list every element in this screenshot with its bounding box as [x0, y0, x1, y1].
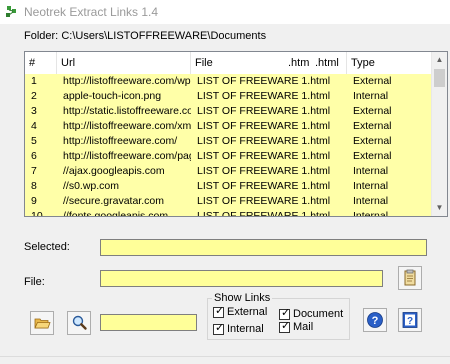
cell-url: http://listoffreeware.com/ — [63, 135, 178, 147]
check-icon: ✓ — [215, 305, 225, 317]
cell-file: LIST OF FREEWARE 1.html — [197, 195, 331, 207]
mail-label: Mail — [293, 321, 314, 333]
cell-url: //ajax.googleapis.com — [63, 165, 165, 177]
cell-number: 5 — [31, 135, 37, 147]
cell-url: apple-touch-icon.png — [63, 90, 162, 102]
cell-file: LIST OF FREEWARE 1.html — [197, 165, 331, 177]
cell-file: LIST OF FREEWARE 1.html — [197, 75, 331, 87]
table-row[interactable]: 5 http://listoffreeware.com/LIST OF FREEW… — [25, 134, 433, 149]
table-row[interactable]: 7 //ajax.googleapis.com LIST OF FREEWARE 1… — [25, 164, 433, 179]
scroll-down-icon[interactable]: ▼ — [432, 200, 447, 216]
show-links-title: Show Links — [212, 292, 273, 304]
folder-open-icon — [34, 318, 51, 329]
cell-number: 2 — [31, 90, 37, 102]
scroll-up-icon[interactable]: ▲ — [432, 52, 447, 68]
cell-type: Internal — [353, 180, 389, 192]
file-field[interactable] — [100, 270, 383, 287]
cell-type: Internal — [353, 210, 389, 217]
window-title: Neotrek Extract Links 1.4 — [24, 5, 159, 19]
svg-text:?: ? — [372, 315, 379, 327]
folder-row: Folder: C:\Users\LISTOFFREEWARE\Document… — [24, 30, 266, 42]
cell-number: 10 — [31, 210, 43, 217]
check-icon: ✓ — [215, 322, 225, 334]
cell-url: //fonts.googleapis.com — [63, 210, 169, 217]
check-icon: ✓ — [281, 320, 291, 332]
column-header-htm[interactable]: .htm — [284, 52, 311, 74]
table-row[interactable]: 10 //fonts.googleapis.com LIST OF FREEWARE… — [25, 209, 433, 217]
cell-type: External — [353, 75, 392, 87]
cell-file: LIST OF FREEWARE 1.html — [197, 105, 331, 117]
column-header-html[interactable]: .html — [311, 52, 347, 74]
table-row[interactable]: 2 apple-touch-icon.png LIST OF FREEWARE 1.… — [25, 89, 433, 104]
table-row[interactable]: 1 http://listoffreeware.com/wp-c LIST OF F… — [25, 74, 433, 89]
search-field[interactable] — [100, 314, 197, 331]
vertical-scrollbar[interactable]: ▲ ▼ — [431, 52, 447, 216]
cell-file: LIST OF FREEWARE 1.html — [197, 90, 331, 102]
search-button[interactable] — [67, 311, 91, 335]
list-header: # Url File .htm .html Type — [25, 52, 433, 74]
cell-number: 1 — [31, 75, 37, 87]
cell-number: 3 — [31, 105, 37, 117]
table-row[interactable]: 3 http://static.listoffreeware.com LIST OF… — [25, 104, 433, 119]
help-circle-icon: ? — [367, 312, 383, 328]
cell-number: 8 — [31, 180, 37, 192]
cell-type: Internal — [353, 165, 389, 177]
external-label: External — [227, 306, 268, 318]
cell-url: http://listoffreeware.com/xmlrp — [63, 120, 191, 132]
cell-url: //secure.gravatar.com — [63, 195, 164, 207]
help-button[interactable]: ? — [363, 308, 387, 332]
table-row[interactable]: 9 //secure.gravatar.com LIST OF FREEWARE 1… — [25, 194, 433, 209]
app-icon — [6, 6, 16, 17]
selected-field[interactable] — [100, 239, 427, 256]
selected-label: Selected: — [24, 241, 70, 253]
cell-url: //s0.wp.com — [63, 180, 120, 192]
help-square-icon: ? — [402, 312, 418, 328]
cell-type: Internal — [353, 195, 389, 207]
divider — [0, 356, 450, 357]
file-label: File: — [24, 276, 45, 288]
title-bar: Neotrek Extract Links 1.4 — [0, 0, 450, 24]
cell-type: External — [353, 120, 392, 132]
cell-file: LIST OF FREEWARE 1.html — [197, 135, 331, 147]
column-header-file[interactable]: File — [191, 52, 284, 74]
cell-number: 9 — [31, 195, 37, 207]
cell-url: http://static.listoffreeware.com — [63, 105, 191, 117]
open-folder-button[interactable] — [30, 311, 54, 335]
table-row[interactable]: 8 //s0.wp.com LIST OF FREEWARE 1.html Inter… — [25, 179, 433, 194]
svg-text:?: ? — [407, 316, 413, 327]
about-button[interactable]: ? — [398, 308, 422, 332]
cell-type: External — [353, 105, 392, 117]
copy-button[interactable] — [398, 266, 422, 290]
cell-type: External — [353, 135, 392, 147]
cell-url: http://listoffreeware.com/page — [63, 150, 191, 162]
table-row[interactable]: 4 http://listoffreeware.com/xmlrp LIST OF … — [25, 119, 433, 134]
check-icon: ✓ — [281, 307, 291, 319]
folder-path: C:\Users\LISTOFFREEWARE\Documents — [61, 30, 267, 42]
document-label: Document — [293, 308, 344, 320]
cell-file: LIST OF FREEWARE 1.html — [197, 210, 331, 217]
column-header-number[interactable]: # — [25, 52, 57, 74]
scroll-thumb[interactable] — [434, 69, 445, 87]
column-header-type[interactable]: Type — [347, 52, 433, 74]
table-row[interactable]: 6 http://listoffreeware.com/page LIST OF F… — [25, 149, 433, 164]
magnifier-icon — [72, 315, 87, 330]
cell-number: 7 — [31, 165, 37, 177]
column-header-url[interactable]: Url — [57, 52, 191, 74]
clipboard-icon — [404, 269, 416, 286]
folder-label: Folder: — [24, 30, 59, 42]
cell-number: 4 — [31, 120, 37, 132]
cell-type: External — [353, 150, 392, 162]
cell-file: LIST OF FREEWARE 1.html — [197, 180, 331, 192]
cell-number: 6 — [31, 150, 37, 162]
internal-label: Internal — [227, 323, 264, 335]
cell-file: LIST OF FREEWARE 1.html — [197, 150, 331, 162]
cell-url: http://listoffreeware.com/wp-c — [63, 75, 191, 87]
cell-file: LIST OF FREEWARE 1.html — [197, 120, 331, 132]
links-list[interactable]: # Url File .htm .html Type 1 http://listo… — [24, 51, 448, 217]
cell-type: Internal — [353, 90, 389, 102]
